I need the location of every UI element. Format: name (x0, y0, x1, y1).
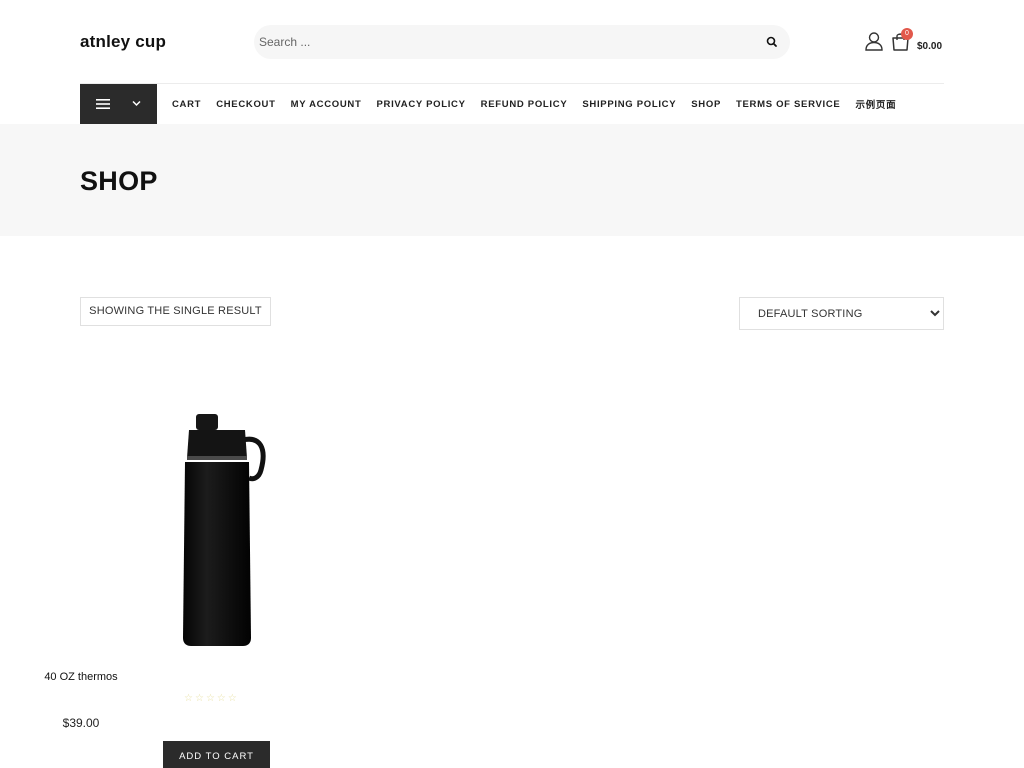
cart-count-badge: 0 (901, 28, 913, 40)
product-image[interactable] (175, 408, 275, 648)
product-rating: ☆ ☆ ☆ ☆ ☆ (184, 693, 237, 704)
product-price: $39.00 (62, 716, 100, 730)
user-account-icon[interactable] (864, 31, 884, 51)
star-icon: ☆ (184, 693, 193, 704)
site-title[interactable]: atnley cup (80, 32, 166, 52)
star-icon: ☆ (205, 693, 215, 704)
sort-select[interactable]: DEFAULT SORTING (739, 297, 944, 330)
page-header-banner: SHOP (0, 124, 1024, 236)
nav-item-checkout[interactable]: CHECKOUT (216, 99, 275, 110)
search-icon[interactable] (764, 34, 780, 50)
result-count: SHOWING THE SINGLE RESULT (80, 297, 271, 326)
nav-item-shop[interactable]: SHOP (691, 99, 721, 110)
hamburger-icon (96, 99, 141, 109)
nav-item-shipping-policy[interactable]: SHIPPING POLICY (582, 99, 676, 110)
star-icon: ☆ (194, 693, 204, 704)
search-box (254, 25, 790, 59)
nav-item-terms-of-service[interactable]: TERMS OF SERVICE (736, 99, 840, 110)
cart-total[interactable]: $0.00 (917, 41, 942, 52)
star-icon: ☆ (216, 693, 226, 704)
product-name[interactable]: 40 OZ thermos (0, 671, 217, 683)
nav-item-sample-page[interactable]: 示例页面 (855, 97, 896, 111)
nav-item-privacy-policy[interactable]: PRIVACY POLICY (377, 99, 466, 110)
page-title: SHOP (80, 166, 158, 196)
nav-item-cart[interactable]: CART (172, 99, 201, 110)
add-to-cart-button[interactable]: ADD TO CART (163, 741, 270, 768)
menu-toggle-button[interactable] (80, 84, 157, 124)
search-input[interactable] (254, 25, 754, 59)
product-card: 40 OZ thermos ☆ ☆ ☆ ☆ ☆ $39.00 ADD TO CA… (44, 396, 352, 768)
header: atnley cup 0 $0.00 (80, 0, 944, 84)
main-nav: CART CHECKOUT MY ACCOUNT PRIVACY POLICY … (172, 84, 896, 124)
nav-item-refund-policy[interactable]: REFUND POLICY (481, 99, 568, 110)
star-icon: ☆ (227, 693, 237, 704)
nav-item-my-account[interactable]: MY ACCOUNT (291, 99, 362, 110)
